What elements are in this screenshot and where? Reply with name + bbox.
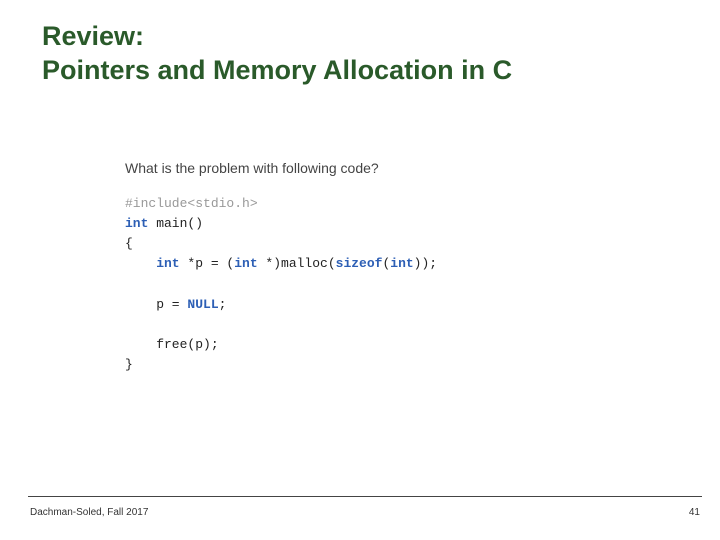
code-l6a: p = (125, 297, 187, 312)
code-kw-sizeof: sizeof (336, 256, 383, 271)
footer-divider (28, 496, 702, 497)
code-block: #include<stdio.h> int main() { int *p = … (125, 194, 660, 375)
code-blank2 (125, 317, 133, 332)
page-number: 41 (689, 507, 700, 518)
question-text: What is the problem with following code? (125, 160, 660, 176)
code-include: #include (125, 196, 187, 211)
content-area: What is the problem with following code?… (125, 160, 660, 375)
footer-author: Dachman-Soled, Fall 2017 (30, 507, 148, 518)
code-null: NULL (187, 297, 218, 312)
code-kw-int4: int (390, 256, 413, 271)
title-line-2: Pointers and Memory Allocation in C (42, 55, 512, 85)
code-brace-close: } (125, 357, 133, 372)
code-l4d: *)malloc( (258, 256, 336, 271)
code-blank1 (125, 277, 133, 292)
code-kw-int2: int (125, 256, 180, 271)
code-header: <stdio.h> (187, 196, 257, 211)
slide-title: Review: Pointers and Memory Allocation i… (42, 20, 512, 88)
code-main: main() (148, 216, 203, 231)
code-l4h: )); (414, 256, 437, 271)
code-kw-int3: int (234, 256, 257, 271)
code-free: free(p); (125, 337, 219, 352)
code-kw-int: int (125, 216, 148, 231)
title-line-1: Review: (42, 21, 144, 51)
code-l6c: ; (219, 297, 227, 312)
code-brace-open: { (125, 236, 133, 251)
code-l4b: *p = ( (180, 256, 235, 271)
